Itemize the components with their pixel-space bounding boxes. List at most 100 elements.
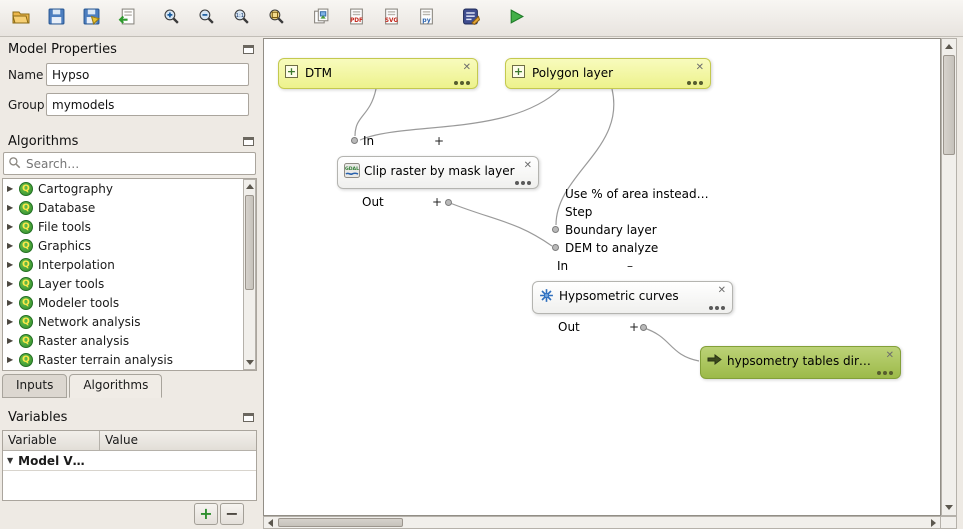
export-script-icon: py	[418, 8, 435, 28]
scroll-up-arrow[interactable]	[945, 44, 953, 49]
float-panel-icon[interactable]	[243, 413, 254, 422]
model-name-input[interactable]	[46, 63, 249, 86]
clip-in-socket[interactable]	[351, 137, 358, 144]
scroll-right-arrow[interactable]	[931, 519, 936, 527]
save-model-as-button[interactable]	[76, 4, 106, 32]
add-variable-button[interactable]: +	[194, 503, 218, 525]
expand-arrow-icon[interactable]: ▶	[7, 222, 19, 231]
hypso-out-socket[interactable]	[640, 324, 647, 331]
column-header-value[interactable]: Value	[100, 431, 143, 450]
open-model-button[interactable]	[6, 4, 36, 32]
tree-scrollbar[interactable]	[243, 179, 256, 370]
remove-variable-button[interactable]: −	[220, 503, 244, 525]
zoom-out-button[interactable]	[191, 4, 221, 32]
algorithm-group-graphics[interactable]: ▶ Q Graphics	[3, 236, 256, 255]
node-output-hypsometry-tables[interactable]: hypsometry tables dir… ✕	[700, 346, 901, 379]
expand-arrow-icon[interactable]: ▶	[7, 241, 19, 250]
clip-out-socket[interactable]	[445, 199, 452, 206]
node-alg-hypsometric-curves[interactable]: Hypsometric curves ✕	[532, 281, 733, 314]
provider-icon: Q	[19, 201, 33, 215]
algorithm-group-raster-analysis[interactable]: ▶ Q Raster analysis	[3, 331, 256, 350]
expand-arrow-icon[interactable]: ▶	[7, 317, 19, 326]
edit-model-help-button[interactable]	[456, 4, 486, 32]
tab-algorithms[interactable]: Algorithms	[69, 374, 162, 398]
algorithm-group-database[interactable]: ▶ Q Database	[3, 198, 256, 217]
canvas-horizontal-scrollbar[interactable]	[263, 516, 941, 529]
vertical-scrollbar-thumb[interactable]	[943, 55, 955, 155]
zoom-actual-icon: 1:1	[233, 8, 250, 28]
algorithm-group-modeler-tools[interactable]: ▶ Q Modeler tools	[3, 293, 256, 312]
export-as-image-button[interactable]	[306, 4, 336, 32]
clip-in-expand-toggle[interactable]: +	[434, 134, 444, 148]
dock-tabbar: Inputs Algorithms	[2, 374, 164, 398]
remove-node-icon[interactable]: ✕	[886, 350, 894, 361]
variables-panel-title: Variables	[8, 410, 67, 425]
zoom-in-button[interactable]	[156, 4, 186, 32]
algorithm-group-interpolation[interactable]: ▶ Q Interpolation	[3, 255, 256, 274]
remove-node-icon[interactable]: ✕	[524, 160, 532, 171]
zoom-full-button[interactable]	[261, 4, 291, 32]
scroll-up-arrow[interactable]	[246, 184, 254, 189]
canvas-vertical-scrollbar[interactable]	[941, 38, 957, 516]
qgis-algorithm-icon	[539, 288, 554, 306]
expand-arrow-icon[interactable]: ▶	[7, 298, 19, 307]
hypso-in-collapse-toggle[interactable]: –	[627, 259, 633, 273]
expand-arrow-icon[interactable]: ▶	[7, 203, 19, 212]
algorithm-search-input[interactable]	[3, 152, 256, 175]
clip-out-expand-toggle[interactable]: +	[432, 195, 442, 209]
algorithm-group-network-analysis[interactable]: ▶ Q Network analysis	[3, 312, 256, 331]
tab-inputs[interactable]: Inputs	[2, 374, 67, 398]
expand-arrow-icon[interactable]: ▶	[7, 184, 19, 193]
remove-node-icon[interactable]: ✕	[463, 62, 471, 73]
model-group-input[interactable]	[46, 93, 249, 116]
column-header-variable[interactable]: Variable	[3, 431, 100, 450]
expand-arrow-icon[interactable]: ▶	[7, 355, 19, 364]
run-model-button[interactable]	[501, 4, 531, 32]
node-input-polygon-layer[interactable]: + Polygon layer ✕	[505, 58, 711, 89]
expand-arrow-icon[interactable]: ▶	[7, 279, 19, 288]
export-as-svg-button[interactable]: SVG	[376, 4, 406, 32]
gdal-icon: GDAL	[344, 163, 360, 181]
scroll-left-arrow[interactable]	[268, 519, 273, 527]
remove-node-icon[interactable]: ✕	[718, 285, 726, 296]
scroll-down-arrow[interactable]	[246, 360, 254, 365]
node-input-dtm[interactable]: + DTM ✕	[278, 58, 478, 89]
boundary-layer-socket[interactable]	[552, 226, 559, 233]
collapse-arrow-icon[interactable]: ▼	[7, 456, 13, 465]
param-boundary-label: Boundary layer	[565, 223, 657, 237]
expand-arrow-icon[interactable]: ▶	[7, 336, 19, 345]
variables-table-header: Variable Value	[3, 431, 256, 451]
float-panel-icon[interactable]	[243, 137, 254, 146]
hypso-out-expand-toggle[interactable]: +	[629, 320, 639, 334]
save-model-button[interactable]	[41, 4, 71, 32]
svg-text:1:1: 1:1	[235, 13, 244, 19]
connection-wires	[264, 39, 940, 515]
variables-table: Variable Value ▼ Model V…	[2, 430, 257, 501]
scroll-down-arrow[interactable]	[945, 505, 953, 510]
export-as-script-button[interactable]: py	[411, 4, 441, 32]
remove-node-icon[interactable]: ✕	[696, 62, 704, 73]
provider-icon: Q	[19, 182, 33, 196]
provider-icon: Q	[19, 334, 33, 348]
search-icon	[8, 156, 21, 172]
zoom-actual-button[interactable]: 1:1	[226, 4, 256, 32]
hypso-out-label: Out	[558, 320, 580, 334]
algorithm-group-layer-tools[interactable]: ▶ Q Layer tools	[3, 274, 256, 293]
algorithm-group-file-tools[interactable]: ▶ Q File tools	[3, 217, 256, 236]
output-arrow-icon	[707, 353, 722, 369]
variables-group-row[interactable]: ▼ Model V…	[3, 451, 256, 471]
model-canvas[interactable]: + DTM ✕ + Polygon layer ✕ In + GDAL Clip…	[263, 38, 941, 516]
horizontal-scrollbar-thumb[interactable]	[278, 518, 403, 527]
algorithm-group-raster-terrain-analysis[interactable]: ▶ Q Raster terrain analysis	[3, 350, 256, 369]
tree-scrollbar-thumb[interactable]	[245, 195, 254, 290]
float-panel-icon[interactable]	[243, 45, 254, 54]
svg-text:SVG: SVG	[384, 18, 398, 24]
save-in-project-button[interactable]	[111, 4, 141, 32]
expand-arrow-icon[interactable]: ▶	[7, 260, 19, 269]
node-alg-clip-raster[interactable]: GDAL Clip raster by mask layer ✕	[337, 156, 539, 189]
provider-icon: Q	[19, 315, 33, 329]
dem-socket[interactable]	[552, 244, 559, 251]
algorithm-group-cartography[interactable]: ▶ Q Cartography	[3, 179, 256, 198]
export-as-pdf-button[interactable]: PDF	[341, 4, 371, 32]
comment-dots-icon	[515, 181, 531, 185]
